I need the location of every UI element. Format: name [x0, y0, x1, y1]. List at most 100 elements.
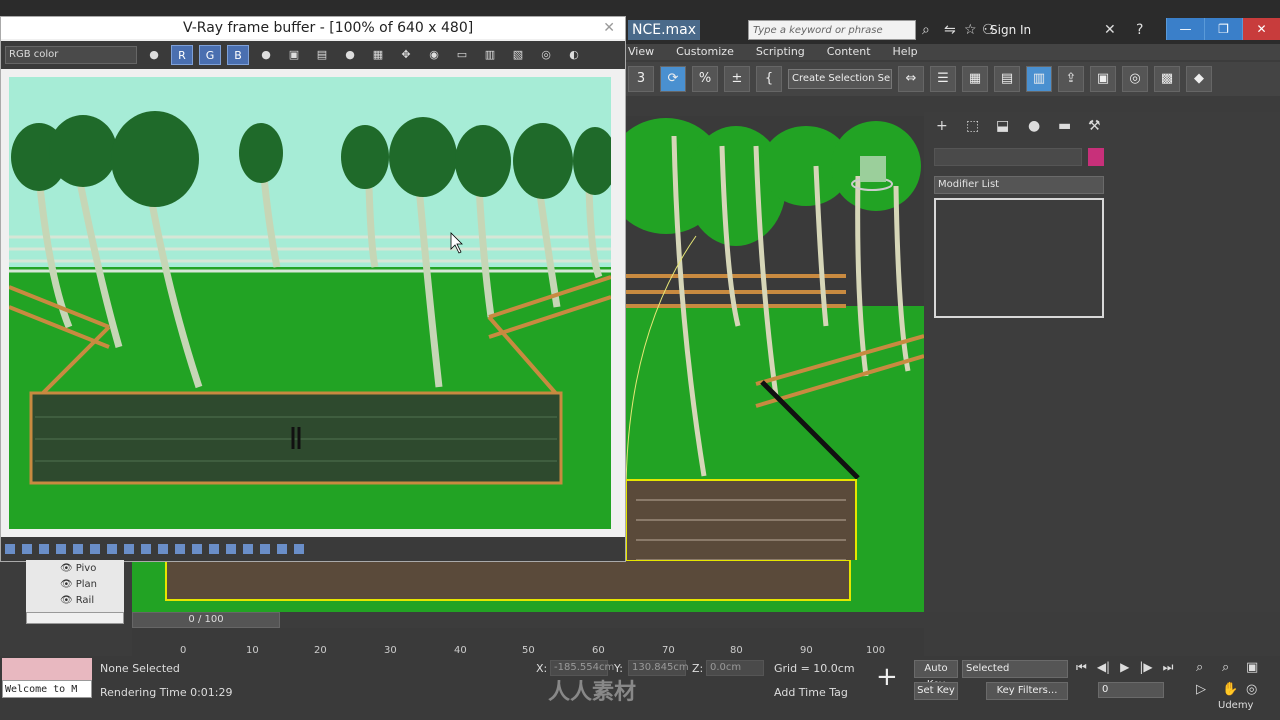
- status-icon[interactable]: [124, 544, 134, 554]
- display-tab-icon[interactable]: ▬: [1058, 118, 1071, 134]
- play-button[interactable]: ▶: [1120, 660, 1129, 675]
- rendered-frame-window-button[interactable]: ▩: [1154, 66, 1180, 92]
- mirror-button[interactable]: ⇔: [898, 66, 924, 92]
- percent-snap-button[interactable]: %: [692, 66, 718, 92]
- copy-to-max-fb-icon[interactable]: ✥: [395, 45, 417, 65]
- minimize-button[interactable]: —: [1166, 18, 1204, 40]
- edit-named-selection-button[interactable]: {: [756, 66, 782, 92]
- mono-icon[interactable]: ▣: [283, 45, 305, 65]
- color-correction-icon[interactable]: ◎: [535, 45, 557, 65]
- modify-tab-icon[interactable]: ⬚: [966, 118, 979, 134]
- layer-scrollbar[interactable]: [26, 612, 124, 624]
- menu-scripting[interactable]: Scripting: [756, 44, 805, 60]
- previous-frame-button[interactable]: ◀|: [1097, 660, 1110, 675]
- save-image-icon[interactable]: ▤: [311, 45, 333, 65]
- close-button[interactable]: ✕: [1242, 18, 1280, 40]
- set-key-plus-icon[interactable]: +: [876, 662, 898, 692]
- layer-row[interactable]: 👁 Plan: [26, 576, 124, 592]
- viewport-lower-strip[interactable]: [132, 560, 924, 612]
- key-filters-button[interactable]: Key Filters...: [986, 682, 1068, 700]
- status-icon[interactable]: [209, 544, 219, 554]
- track-bar[interactable]: 0 10 20 30 40 50 60 70 80 90 100: [132, 628, 924, 656]
- restore-button[interactable]: ❐: [1204, 18, 1242, 40]
- eye-icon[interactable]: 👁: [60, 579, 73, 590]
- search-input[interactable]: Type a keyword or phrase: [748, 20, 916, 40]
- go-to-start-button[interactable]: ⏮: [1076, 660, 1087, 675]
- ribbon-button[interactable]: ▤: [994, 66, 1020, 92]
- status-icon[interactable]: [226, 544, 236, 554]
- selection-set-dropdown[interactable]: Create Selection Se: [788, 69, 892, 89]
- status-icon[interactable]: [5, 544, 15, 554]
- status-icon[interactable]: [141, 544, 151, 554]
- load-image-icon[interactable]: ●: [339, 45, 361, 65]
- align-button[interactable]: ☰: [930, 66, 956, 92]
- lens-effects-icon[interactable]: ▧: [507, 45, 529, 65]
- binoculars-icon[interactable]: ⌕: [922, 20, 930, 40]
- color-picker-icon[interactable]: ●: [143, 45, 165, 65]
- star-icon[interactable]: ☆: [964, 20, 977, 40]
- alpha-white-icon[interactable]: ●: [255, 45, 277, 65]
- menu-customize[interactable]: Customize: [676, 44, 734, 60]
- time-slider[interactable]: 0 / 100: [132, 612, 280, 628]
- go-to-end-button[interactable]: ⏭: [1163, 660, 1174, 675]
- status-icon[interactable]: [277, 544, 287, 554]
- help-icon[interactable]: ?: [1136, 20, 1143, 40]
- add-time-tag[interactable]: Add Time Tag: [774, 686, 848, 699]
- menu-help[interactable]: Help: [893, 44, 918, 60]
- status-icon[interactable]: [90, 544, 100, 554]
- sign-in-link[interactable]: Sign In: [990, 20, 1031, 40]
- spinner-snap-button[interactable]: ±: [724, 66, 750, 92]
- render-setup-button[interactable]: ◎: [1122, 66, 1148, 92]
- utilities-tab-icon[interactable]: ⚒: [1088, 118, 1101, 134]
- stop-render-icon[interactable]: ◐: [563, 45, 585, 65]
- menu-view[interactable]: View: [628, 44, 654, 60]
- render-production-button[interactable]: ◆: [1186, 66, 1212, 92]
- object-color-swatch[interactable]: [1088, 148, 1104, 166]
- rendered-image[interactable]: [9, 77, 611, 529]
- z-coordinate-field[interactable]: 0.0cm: [706, 660, 764, 676]
- curve-editor-button[interactable]: ▥: [1026, 66, 1052, 92]
- status-icon[interactable]: [192, 544, 202, 554]
- status-icon[interactable]: [175, 544, 185, 554]
- material-editor-button[interactable]: ▣: [1090, 66, 1116, 92]
- y-coordinate-field[interactable]: 130.845cm: [628, 660, 689, 676]
- field-of-view-icon[interactable]: ▷: [1196, 682, 1206, 697]
- exchange-store-icon[interactable]: ✕: [1104, 20, 1116, 40]
- vray-close-button[interactable]: ✕: [603, 17, 615, 39]
- clear-image-icon[interactable]: ▦: [367, 45, 389, 65]
- status-icon[interactable]: [158, 544, 168, 554]
- zoom-icon[interactable]: ⌕: [1196, 660, 1203, 675]
- key-target-dropdown[interactable]: Selected: [962, 660, 1068, 678]
- status-icon[interactable]: [243, 544, 253, 554]
- green-channel-button[interactable]: G: [199, 45, 221, 65]
- layer-explorer-button[interactable]: ▦: [962, 66, 988, 92]
- eye-icon[interactable]: 👁: [60, 563, 73, 574]
- status-icon[interactable]: [73, 544, 83, 554]
- zoom-all-icon[interactable]: ⌕: [1222, 660, 1229, 675]
- zoom-extents-icon[interactable]: ▣: [1246, 660, 1258, 675]
- status-icon[interactable]: [56, 544, 66, 554]
- snap-3d-button[interactable]: 3: [628, 66, 654, 92]
- current-frame-field[interactable]: 0: [1098, 682, 1164, 698]
- status-icon[interactable]: [107, 544, 117, 554]
- blue-channel-button[interactable]: B: [227, 45, 249, 65]
- exchange-icon[interactable]: ⇋: [944, 20, 956, 40]
- follow-mouse-icon[interactable]: ◉: [423, 45, 445, 65]
- orbit-icon[interactable]: ◎: [1246, 682, 1257, 697]
- region-render-icon[interactable]: ▭: [451, 45, 473, 65]
- layer-row[interactable]: 👁 Pivo: [26, 560, 124, 576]
- red-channel-button[interactable]: R: [171, 45, 193, 65]
- layer-row[interactable]: 👁 Rail: [26, 592, 124, 608]
- history-icon[interactable]: ▥: [479, 45, 501, 65]
- hierarchy-tab-icon[interactable]: ⬓: [996, 118, 1009, 134]
- status-icon[interactable]: [39, 544, 49, 554]
- create-tab-icon[interactable]: +: [936, 118, 948, 134]
- modifier-stack[interactable]: [934, 198, 1104, 318]
- next-frame-button[interactable]: |▶: [1139, 660, 1152, 675]
- maxscript-listener-output[interactable]: Welcome to M: [2, 680, 92, 698]
- status-icon[interactable]: [22, 544, 32, 554]
- channel-dropdown[interactable]: RGB color: [5, 46, 137, 64]
- modifier-list-dropdown[interactable]: Modifier List: [934, 176, 1104, 194]
- object-name-field[interactable]: [934, 148, 1082, 166]
- status-icon[interactable]: [260, 544, 270, 554]
